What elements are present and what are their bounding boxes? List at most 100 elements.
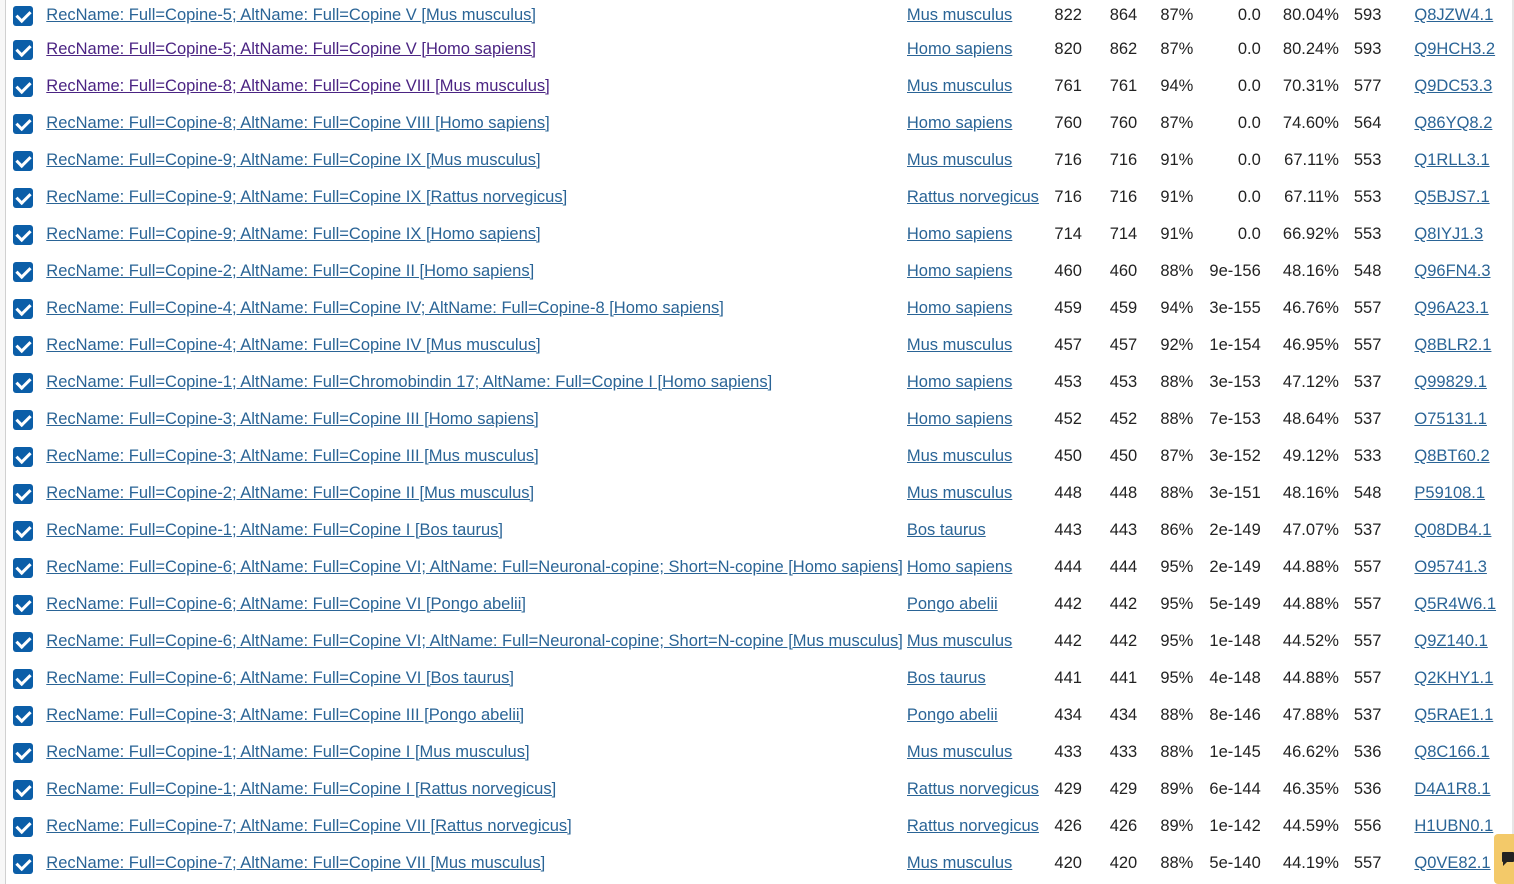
row-checkbox-cell[interactable] bbox=[6, 475, 46, 512]
organism-link[interactable]: Homo sapiens bbox=[907, 299, 1012, 317]
row-checkbox[interactable] bbox=[13, 261, 33, 282]
accession-link[interactable]: Q5R4W6.1 bbox=[1414, 595, 1496, 613]
row-checkbox-cell[interactable] bbox=[6, 327, 46, 364]
organism-link[interactable]: Mus musculus bbox=[907, 336, 1012, 354]
row-checkbox[interactable] bbox=[13, 742, 33, 763]
organism-link[interactable]: Rattus norvegicus bbox=[907, 780, 1039, 798]
organism-link[interactable]: Homo sapiens bbox=[907, 262, 1012, 280]
description-link[interactable]: RecName: Full=Copine-6; AltName: Full=Co… bbox=[46, 595, 526, 613]
row-checkbox-cell[interactable] bbox=[6, 0, 46, 31]
description-link[interactable]: RecName: Full=Copine-3; AltName: Full=Co… bbox=[46, 706, 524, 724]
row-checkbox[interactable] bbox=[13, 372, 33, 393]
row-checkbox-cell[interactable] bbox=[6, 290, 46, 327]
row-checkbox[interactable] bbox=[13, 779, 33, 800]
row-checkbox[interactable] bbox=[13, 520, 33, 541]
description-link[interactable]: RecName: Full=Copine-3; AltName: Full=Co… bbox=[46, 447, 538, 465]
accession-link[interactable]: Q9Z140.1 bbox=[1414, 632, 1487, 650]
row-checkbox-cell[interactable] bbox=[6, 401, 46, 438]
description-link[interactable]: RecName: Full=Copine-5; AltName: Full=Co… bbox=[46, 40, 536, 58]
row-checkbox-cell[interactable] bbox=[6, 105, 46, 142]
accession-link[interactable]: H1UBN0.1 bbox=[1414, 817, 1493, 835]
accession-link[interactable]: Q8BLR2.1 bbox=[1414, 336, 1491, 354]
feedback-button[interactable] bbox=[1494, 834, 1514, 884]
row-checkbox[interactable] bbox=[13, 335, 33, 356]
accession-link[interactable]: Q99829.1 bbox=[1414, 373, 1486, 391]
organism-link[interactable]: Mus musculus bbox=[907, 484, 1012, 502]
accession-link[interactable]: D4A1R8.1 bbox=[1414, 780, 1490, 798]
row-checkbox-cell[interactable] bbox=[6, 660, 46, 697]
description-link[interactable]: RecName: Full=Copine-2; AltName: Full=Co… bbox=[46, 262, 534, 280]
row-checkbox[interactable] bbox=[13, 816, 33, 837]
accession-link[interactable]: Q96A23.1 bbox=[1414, 299, 1488, 317]
row-checkbox[interactable] bbox=[13, 113, 33, 134]
row-checkbox[interactable] bbox=[13, 5, 33, 26]
accession-link[interactable]: Q8IYJ1.3 bbox=[1414, 225, 1483, 243]
row-checkbox-cell[interactable] bbox=[6, 253, 46, 290]
accession-link[interactable]: Q8C166.1 bbox=[1414, 743, 1489, 761]
description-link[interactable]: RecName: Full=Copine-8; AltName: Full=Co… bbox=[46, 77, 549, 95]
organism-link[interactable]: Mus musculus bbox=[907, 447, 1012, 465]
accession-link[interactable]: O95741.3 bbox=[1414, 558, 1486, 576]
row-checkbox-cell[interactable] bbox=[6, 697, 46, 734]
organism-link[interactable]: Rattus norvegicus bbox=[907, 188, 1039, 206]
accession-link[interactable]: Q8JZW4.1 bbox=[1414, 6, 1493, 24]
row-checkbox-cell[interactable] bbox=[6, 438, 46, 475]
organism-link[interactable]: Homo sapiens bbox=[907, 40, 1012, 58]
organism-link[interactable]: Pongo abelii bbox=[907, 595, 998, 613]
description-link[interactable]: RecName: Full=Copine-1; AltName: Full=Ch… bbox=[46, 373, 772, 391]
description-link[interactable]: RecName: Full=Copine-1; AltName: Full=Co… bbox=[46, 521, 503, 539]
accession-link[interactable]: Q1RLL3.1 bbox=[1414, 151, 1489, 169]
accession-link[interactable]: Q08DB4.1 bbox=[1414, 521, 1491, 539]
description-link[interactable]: RecName: Full=Copine-9; AltName: Full=Co… bbox=[46, 188, 567, 206]
organism-link[interactable]: Mus musculus bbox=[907, 151, 1012, 169]
row-checkbox[interactable] bbox=[13, 409, 33, 430]
row-checkbox-cell[interactable] bbox=[6, 364, 46, 401]
row-checkbox-cell[interactable] bbox=[6, 734, 46, 771]
description-link[interactable]: RecName: Full=Copine-9; AltName: Full=Co… bbox=[46, 225, 540, 243]
row-checkbox-cell[interactable] bbox=[6, 179, 46, 216]
organism-link[interactable]: Homo sapiens bbox=[907, 558, 1012, 576]
row-checkbox-cell[interactable] bbox=[6, 808, 46, 845]
description-link[interactable]: RecName: Full=Copine-4; AltName: Full=Co… bbox=[46, 299, 724, 317]
organism-link[interactable]: Homo sapiens bbox=[907, 410, 1012, 428]
row-checkbox[interactable] bbox=[13, 187, 33, 208]
row-checkbox-cell[interactable] bbox=[6, 549, 46, 586]
row-checkbox-cell[interactable] bbox=[6, 142, 46, 179]
description-link[interactable]: RecName: Full=Copine-6; AltName: Full=Co… bbox=[46, 558, 903, 576]
row-checkbox[interactable] bbox=[13, 298, 33, 319]
description-link[interactable]: RecName: Full=Copine-9; AltName: Full=Co… bbox=[46, 151, 540, 169]
row-checkbox-cell[interactable] bbox=[6, 771, 46, 808]
accession-link[interactable]: Q2KHY1.1 bbox=[1414, 669, 1493, 687]
accession-link[interactable]: Q5RAE1.1 bbox=[1414, 706, 1493, 724]
row-checkbox[interactable] bbox=[13, 705, 33, 726]
row-checkbox-cell[interactable] bbox=[6, 216, 46, 253]
organism-link[interactable]: Bos taurus bbox=[907, 669, 986, 687]
accession-link[interactable]: P59108.1 bbox=[1414, 484, 1485, 502]
organism-link[interactable]: Homo sapiens bbox=[907, 373, 1012, 391]
row-checkbox[interactable] bbox=[13, 224, 33, 245]
row-checkbox[interactable] bbox=[13, 76, 33, 97]
row-checkbox[interactable] bbox=[13, 150, 33, 171]
row-checkbox-cell[interactable] bbox=[6, 31, 46, 68]
organism-link[interactable]: Homo sapiens bbox=[907, 114, 1012, 132]
description-link[interactable]: RecName: Full=Copine-4; AltName: Full=Co… bbox=[46, 336, 540, 354]
row-checkbox[interactable] bbox=[13, 483, 33, 504]
accession-link[interactable]: Q5BJS7.1 bbox=[1414, 188, 1489, 206]
accession-link[interactable]: Q86YQ8.2 bbox=[1414, 114, 1492, 132]
organism-link[interactable]: Mus musculus bbox=[907, 77, 1012, 95]
accession-link[interactable]: Q0VE82.1 bbox=[1414, 854, 1490, 872]
description-link[interactable]: RecName: Full=Copine-1; AltName: Full=Co… bbox=[46, 743, 529, 761]
description-link[interactable]: RecName: Full=Copine-5; AltName: Full=Co… bbox=[46, 6, 536, 24]
description-link[interactable]: RecName: Full=Copine-8; AltName: Full=Co… bbox=[46, 114, 549, 132]
row-checkbox-cell[interactable] bbox=[6, 623, 46, 660]
row-checkbox[interactable] bbox=[13, 668, 33, 689]
organism-link[interactable]: Homo sapiens bbox=[907, 225, 1012, 243]
description-link[interactable]: RecName: Full=Copine-3; AltName: Full=Co… bbox=[46, 410, 538, 428]
organism-link[interactable]: Mus musculus bbox=[907, 743, 1012, 761]
row-checkbox[interactable] bbox=[13, 446, 33, 467]
description-link[interactable]: RecName: Full=Copine-2; AltName: Full=Co… bbox=[46, 484, 534, 502]
accession-link[interactable]: O75131.1 bbox=[1414, 410, 1486, 428]
accession-link[interactable]: Q9DC53.3 bbox=[1414, 77, 1492, 95]
row-checkbox[interactable] bbox=[13, 39, 33, 60]
description-link[interactable]: RecName: Full=Copine-6; AltName: Full=Co… bbox=[46, 632, 903, 650]
